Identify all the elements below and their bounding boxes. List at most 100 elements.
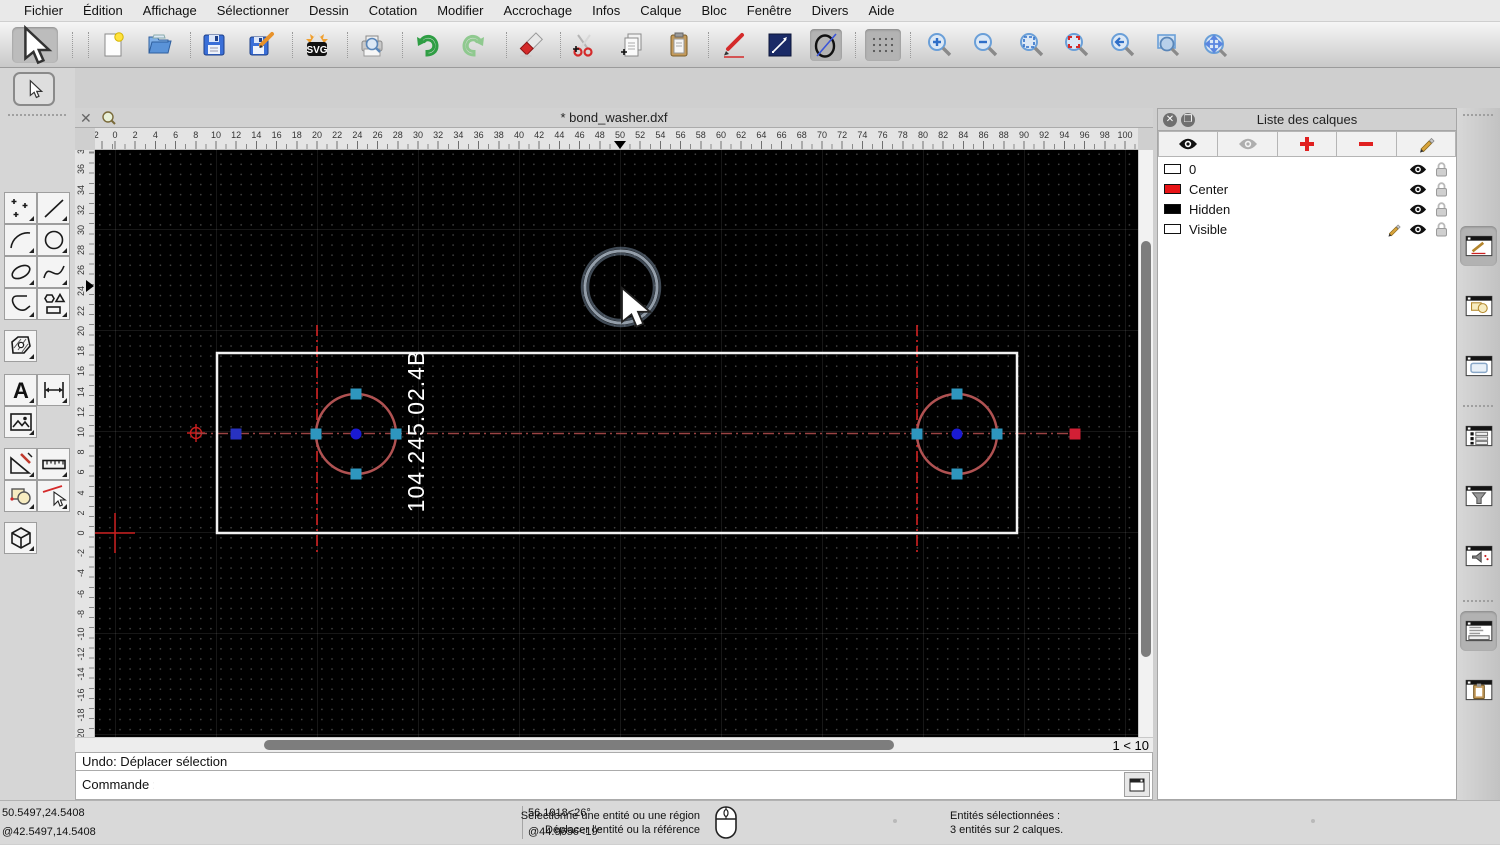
clipboard-panel-button[interactable] — [1460, 670, 1497, 710]
library-browser-panel-button[interactable] — [1460, 346, 1497, 386]
show-all-layers-button[interactable] — [1158, 131, 1219, 157]
layer-lock-icon[interactable] — [1435, 201, 1448, 217]
filter-panel-button[interactable] — [1460, 476, 1497, 516]
edit-layer-button[interactable] — [1396, 131, 1457, 157]
layer-color-swatch[interactable] — [1164, 164, 1181, 174]
drawing-canvas[interactable]: 104.245.02.4B — [95, 150, 1138, 737]
tool-hatch-button[interactable] — [4, 330, 37, 362]
layer-lock-icon[interactable] — [1435, 161, 1448, 177]
tool-spline-button[interactable] — [37, 256, 70, 288]
zoom-pan-button[interactable] — [1198, 29, 1230, 61]
menu-item-aide[interactable]: Aide — [858, 0, 904, 22]
tool-block-button[interactable] — [4, 480, 37, 512]
layer-visible-eye-icon[interactable] — [1409, 183, 1427, 196]
menu-item-edition[interactable]: Édition — [73, 0, 133, 22]
layer-row-visible[interactable]: Visible — [1158, 219, 1456, 239]
menu-item-bloc[interactable]: Bloc — [691, 0, 736, 22]
tool-polyline-button[interactable] — [4, 288, 37, 320]
open-file-button[interactable] — [144, 29, 176, 61]
pen-edit-button[interactable] — [718, 29, 750, 61]
line-tool-button[interactable] — [764, 29, 796, 61]
select-tool-button[interactable] — [12, 24, 58, 65]
command-options-panel-button[interactable] — [1460, 536, 1497, 576]
washer-outline-rectangle[interactable] — [215, 351, 1019, 535]
part-number-label[interactable]: 104.245.02.4B — [403, 350, 429, 513]
layer-lock-icon[interactable] — [1435, 221, 1448, 237]
center-handle-right[interactable] — [951, 428, 963, 440]
save-button[interactable] — [198, 29, 230, 61]
tool-polygon-button[interactable] — [37, 288, 70, 320]
ellipse-tool-button[interactable] — [810, 29, 842, 61]
block-list-panel-button[interactable] — [1460, 286, 1497, 326]
tool-dimension-button[interactable] — [37, 374, 70, 406]
menu-item-calque[interactable]: Calque — [630, 0, 691, 22]
menu-item-accrochage[interactable]: Accrochage — [493, 0, 582, 22]
layer-list-panel-button[interactable] — [1460, 226, 1497, 266]
layer-color-swatch[interactable] — [1164, 184, 1181, 194]
horizontal-scrollbar[interactable]: 1 < 10 — [75, 737, 1153, 753]
tool-arc-button[interactable] — [4, 224, 37, 256]
tool-ellipse-button[interactable] — [4, 256, 37, 288]
layer-visible-eye-icon[interactable] — [1409, 163, 1427, 176]
tool-line-button[interactable] — [37, 192, 70, 224]
copy-button[interactable] — [617, 29, 649, 61]
layer-visible-eye-icon[interactable] — [1409, 203, 1427, 216]
redo-button[interactable] — [458, 29, 490, 61]
tool-cube-3d-button[interactable] — [4, 522, 37, 554]
menu-item-fenetre[interactable]: Fenêtre — [737, 0, 802, 22]
tool-modify-button[interactable] — [4, 448, 37, 480]
tool-select-entity-button[interactable] — [37, 480, 70, 512]
save-as-button[interactable] — [245, 29, 277, 61]
layer-lock-icon[interactable] — [1435, 181, 1448, 197]
command-line-panel-button[interactable] — [1460, 611, 1497, 651]
endpoint-handle-blue[interactable] — [230, 428, 242, 440]
command-input[interactable] — [154, 774, 1122, 795]
layer-color-swatch[interactable] — [1164, 224, 1181, 234]
dock-drag-handle[interactable] — [8, 114, 66, 116]
eraser-button[interactable] — [515, 29, 547, 61]
vertical-scrollbar[interactable] — [1138, 150, 1153, 737]
print-preview-button[interactable] — [356, 29, 388, 61]
center-handle-left[interactable] — [350, 428, 362, 440]
horizontal-scrollbar-thumb[interactable] — [264, 740, 894, 750]
endpoint-handle-red[interactable] — [1069, 428, 1081, 440]
add-layer-button[interactable] — [1277, 131, 1338, 157]
menu-item-fichier[interactable]: Fichier — [14, 0, 73, 22]
zoom-auto-button[interactable] — [1015, 29, 1047, 61]
zoom-window-button[interactable] — [1152, 29, 1184, 61]
menu-item-affichage[interactable]: Affichage — [133, 0, 207, 22]
zoom-in-button[interactable] — [923, 29, 955, 61]
svg-export-button[interactable]: SVG — [301, 29, 333, 61]
zoom-out-button[interactable] — [969, 29, 1001, 61]
hide-all-layers-button[interactable] — [1218, 131, 1278, 157]
layer-row-0[interactable]: 0 — [1158, 159, 1456, 179]
zoom-previous-button[interactable] — [1106, 29, 1138, 61]
menu-item-dessin[interactable]: Dessin — [299, 0, 359, 22]
tool-circle-button[interactable] — [37, 224, 70, 256]
selection-pointer-button[interactable] — [13, 72, 55, 106]
cut-button[interactable] — [568, 29, 600, 61]
v-ruler-label: -6 — [76, 589, 86, 598]
undo-button[interactable] — [411, 29, 443, 61]
command-detach-button[interactable] — [1124, 772, 1150, 797]
menu-item-divers[interactable]: Divers — [802, 0, 859, 22]
menu-item-cotation[interactable]: Cotation — [359, 0, 427, 22]
layer-color-swatch[interactable] — [1164, 204, 1181, 214]
menu-item-modifier[interactable]: Modifier — [427, 0, 493, 22]
tool-points-button[interactable] — [4, 192, 37, 224]
grid-toggle-button[interactable] — [865, 29, 901, 61]
tool-image-button[interactable] — [4, 406, 37, 438]
new-file-button[interactable] — [97, 29, 129, 61]
menu-item-selectionner[interactable]: Sélectionner — [207, 0, 299, 22]
menu-item-infos[interactable]: Infos — [582, 0, 630, 22]
tool-measure-button[interactable] — [37, 448, 70, 480]
zoom-selection-button[interactable] — [1060, 29, 1092, 61]
entity-list-panel-button[interactable] — [1460, 416, 1497, 456]
layer-row-center[interactable]: Center — [1158, 179, 1456, 199]
tool-text-button[interactable]: A — [4, 374, 37, 406]
remove-layer-button[interactable] — [1337, 131, 1397, 157]
paste-button[interactable] — [663, 29, 695, 61]
layer-row-hidden[interactable]: Hidden — [1158, 199, 1456, 219]
layer-visible-eye-icon[interactable] — [1409, 223, 1427, 236]
vertical-scrollbar-thumb[interactable] — [1141, 241, 1151, 657]
